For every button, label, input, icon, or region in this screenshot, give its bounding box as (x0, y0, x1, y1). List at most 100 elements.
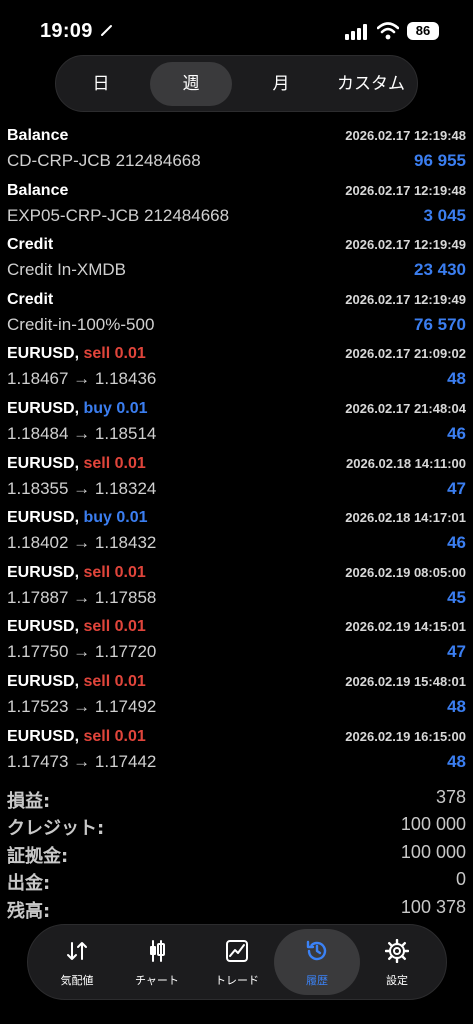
row-title: EURUSD, buy 0.01 (7, 400, 148, 418)
summary-label: 出金: (7, 873, 51, 895)
row-amount: 45 (447, 587, 466, 607)
period-day-button[interactable]: 日 (58, 62, 144, 106)
row-symbol: Balance (7, 181, 69, 199)
history-row[interactable]: EURUSD, sell 0.01 2026.02.19 15:48:01 1.17… (0, 668, 473, 723)
row-date: 2026.02.18 14:11:00 (346, 455, 466, 471)
row-description: 1.18355 → 1.18324 (7, 478, 157, 498)
row-date: 2026.02.19 08:05:00 (345, 564, 466, 580)
row-date: 2026.02.17 12:19:48 (345, 128, 466, 143)
tab-chart-label: チャート (135, 974, 179, 987)
trade-icon (226, 940, 248, 962)
row-symbol: EURUSD, (7, 563, 80, 581)
period-month-button[interactable]: 月 (238, 62, 324, 106)
summary-value: 378 (435, 787, 466, 807)
row-date: 2026.02.19 15:48:01 (345, 673, 466, 689)
row-title: Balance (7, 182, 68, 200)
summary-value: 100 000 (400, 814, 466, 835)
history-icon (306, 940, 327, 961)
row-description: EXP05-CRP-JCB 212484668 (7, 205, 230, 225)
summary-row: 残高: 100 378 (0, 895, 473, 922)
trade-action: buy 0.01 (83, 509, 148, 527)
row-description: Credit-in-100%-500 (7, 314, 155, 334)
history-row[interactable]: EURUSD, sell 0.01 2026.02.19 16:15:00 1.17… (0, 723, 473, 778)
row-amount: 48 (447, 369, 466, 389)
row-title: EURUSD, sell 0.01 (7, 345, 146, 363)
bottom-tab-bar: 気配値 チャート トレード 履歴 設定 (27, 924, 447, 1000)
row-title: Credit (7, 291, 53, 309)
account-summary: 損益: 378 クレジット: 100 000 証拠金: 100 000 出金: 0 残高: 100… (0, 785, 473, 922)
row-symbol: EURUSD, (7, 454, 80, 472)
trade-action: sell 0.01 (83, 727, 146, 745)
row-description: 1.17750 → 1.17720 (7, 642, 157, 662)
summary-value: 0 (455, 869, 466, 890)
history-list: Balance 2026.02.17 12:19:48 CD-CRP-JCB 212… (0, 122, 473, 777)
row-date: 2026.02.17 21:09:02 (345, 346, 466, 362)
row-description: 1.17887 → 1.17858 (7, 587, 157, 607)
row-amount: 96 955 (414, 151, 466, 170)
tab-settings[interactable]: 設定 (354, 929, 440, 995)
history-row[interactable]: Credit 2026.02.17 12:19:49 Credit-in-100%-… (0, 286, 473, 341)
history-row[interactable]: Balance 2026.02.17 12:19:48 EXP05-CRP-JCB … (0, 177, 473, 232)
row-symbol: EURUSD, (7, 672, 80, 690)
row-title: EURUSD, sell 0.01 (7, 618, 146, 636)
summary-value: 100 378 (400, 896, 466, 917)
row-amount: 47 (447, 642, 466, 662)
period-week-button[interactable]: 週 (150, 62, 232, 106)
row-date: 2026.02.18 14:17:01 (345, 510, 466, 526)
row-title: Credit (7, 236, 53, 254)
period-custom-button[interactable]: カスタム (326, 62, 416, 106)
row-title: EURUSD, buy 0.01 (7, 509, 148, 527)
row-description: 1.17523 → 1.17492 (7, 696, 157, 716)
trade-action: sell 0.01 (83, 345, 146, 363)
summary-row: 損益: 378 (0, 785, 473, 812)
row-date: 2026.02.19 16:15:00 (345, 728, 466, 744)
history-row[interactable]: EURUSD, sell 0.01 2026.02.17 21:09:02 1.18… (0, 340, 473, 395)
row-description: CD-CRP-JCB 212484668 (7, 151, 201, 170)
history-row[interactable]: EURUSD, sell 0.01 2026.02.19 08:05:00 1.17… (0, 559, 473, 614)
row-date: 2026.02.17 12:19:49 (345, 237, 466, 253)
tab-trade-label: トレード (215, 974, 259, 987)
row-date: 2026.02.17 12:19:48 (345, 182, 466, 198)
wifi-icon (377, 22, 399, 40)
row-amount: 48 (447, 696, 466, 716)
tab-history[interactable]: 履歴 (274, 929, 360, 995)
row-description: 1.17473 → 1.17442 (7, 751, 157, 771)
history-row[interactable]: EURUSD, buy 0.01 2026.02.17 21:48:04 1.184… (0, 395, 473, 450)
trade-action: sell 0.01 (83, 618, 146, 636)
history-row[interactable]: EURUSD, buy 0.01 2026.02.18 14:17:01 1.184… (0, 504, 473, 559)
period-segment-control: 日 週 月 カスタム (55, 55, 418, 112)
row-symbol: EURUSD, (7, 399, 80, 417)
tab-chart[interactable]: チャート (114, 929, 200, 995)
summary-row: クレジット: 100 000 (0, 812, 473, 839)
row-date: 2026.02.19 14:15:01 (345, 619, 466, 635)
row-symbol: EURUSD, (7, 618, 80, 636)
history-row[interactable]: EURUSD, sell 0.01 2026.02.19 14:15:01 1.17… (0, 613, 473, 668)
trade-action: sell 0.01 (83, 563, 146, 581)
row-amount: 23 430 (414, 260, 466, 280)
history-row[interactable]: Credit 2026.02.17 12:19:49 Credit In-XMDB 2… (0, 231, 473, 286)
quotes-icon (67, 942, 87, 960)
row-title: Balance (7, 127, 68, 145)
row-title: EURUSD, sell 0.01 (7, 564, 146, 582)
row-date: 2026.02.17 12:19:49 (345, 291, 466, 307)
row-symbol: EURUSD, (7, 345, 80, 363)
tab-history-label: 履歴 (306, 974, 328, 987)
summary-row: 出金: 0 (0, 867, 473, 894)
tab-trade[interactable]: トレード (194, 929, 280, 995)
row-symbol: Balance (7, 127, 69, 144)
row-title: EURUSD, sell 0.01 (7, 728, 146, 746)
battery-indicator: 86 (407, 22, 439, 40)
row-amount: 48 (447, 751, 466, 771)
row-amount: 76 570 (414, 314, 466, 334)
row-title: EURUSD, sell 0.01 (7, 673, 146, 691)
row-description: 1.18467 → 1.18436 (7, 369, 157, 389)
history-row[interactable]: Balance 2026.02.17 12:19:48 CD-CRP-JCB 212… (0, 122, 473, 177)
signal-icon (345, 24, 367, 40)
row-description: 1.18484 → 1.18514 (7, 423, 157, 443)
history-row[interactable]: EURUSD, sell 0.01 2026.02.18 14:11:00 1.18… (0, 450, 473, 505)
row-symbol: EURUSD, (7, 727, 80, 745)
chart-icon (150, 940, 165, 962)
summary-label: 残高: (7, 900, 51, 922)
tab-quotes[interactable]: 気配値 (34, 929, 120, 995)
summary-value: 100 000 (400, 841, 466, 862)
